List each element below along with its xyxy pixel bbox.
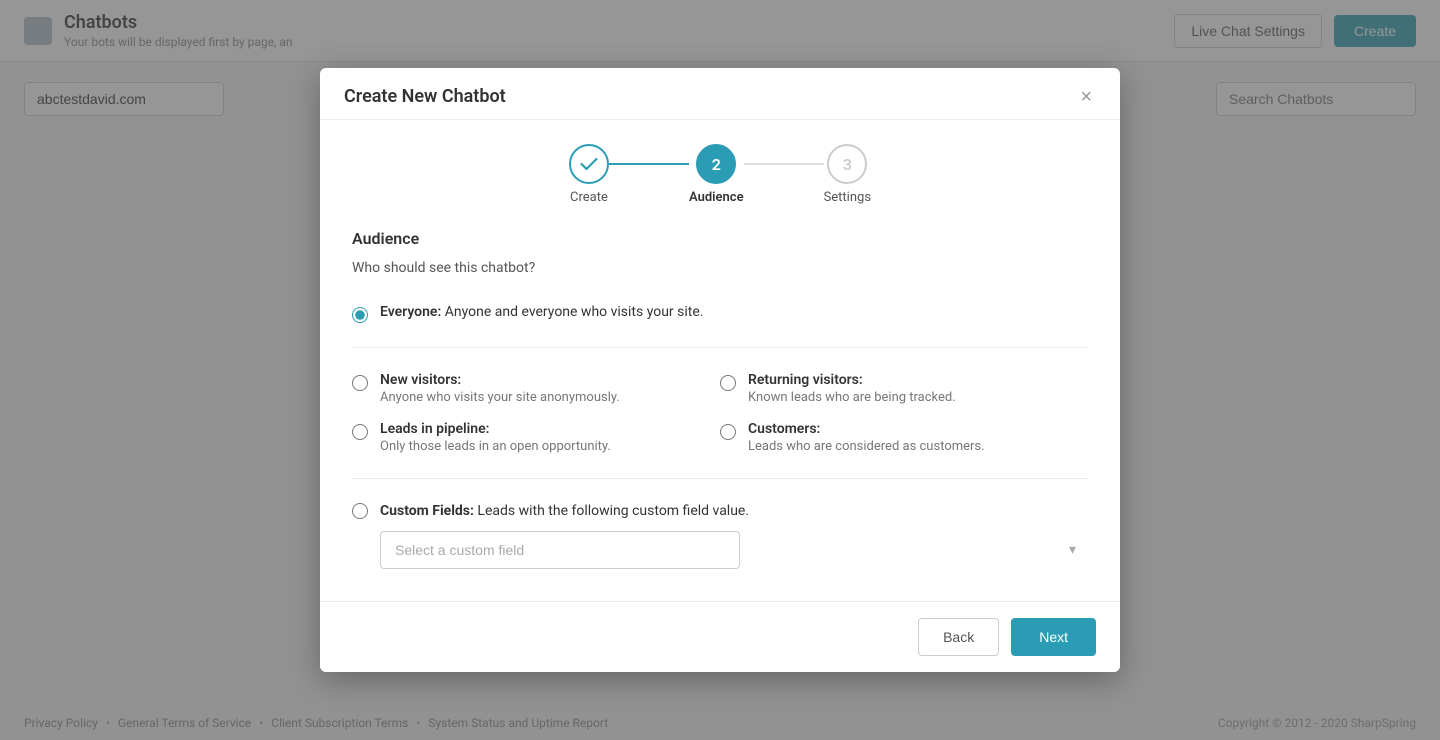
steps-container: Create 2 Audience 3 Settings	[320, 120, 1120, 221]
returning-visitors-radio[interactable]	[720, 375, 736, 391]
step-create: Create	[569, 144, 609, 205]
step-settings-label: Settings	[824, 190, 871, 205]
modal-body: Audience Who should see this chatbot? Ev…	[320, 221, 1120, 601]
step-audience-circle: 2	[696, 144, 736, 184]
step-audience-label: Audience	[689, 190, 744, 205]
chevron-down-icon: ▾	[1069, 542, 1076, 558]
custom-fields-label-bold: Custom Fields:	[380, 503, 474, 519]
new-visitors-label: New visitors:	[380, 372, 620, 388]
everyone-label-bold: Everyone:	[380, 304, 441, 320]
custom-field-select-wrapper: Select a custom field ▾	[380, 531, 1088, 569]
leads-pipeline-label-bold: Leads in pipeline:	[380, 421, 489, 437]
custom-fields-section: Custom Fields: Leads with the following …	[352, 495, 1088, 577]
leads-pipeline-desc: Only those leads in an open opportunity.	[380, 439, 611, 454]
returning-visitors-label: Returning visitors:	[748, 372, 956, 388]
step-create-circle	[569, 144, 609, 184]
step-settings-number: 3	[843, 155, 852, 174]
custom-fields-option: Custom Fields: Leads with the following …	[352, 503, 1088, 519]
custom-fields-label: Custom Fields: Leads with the following …	[380, 503, 749, 519]
everyone-content: Everyone: Anyone and everyone who visits…	[380, 304, 703, 320]
step-audience: 2 Audience	[689, 144, 744, 205]
custom-fields-radio[interactable]	[352, 503, 368, 519]
step-create-label: Create	[570, 190, 608, 205]
customers-desc: Leads who are considered as customers.	[748, 439, 985, 454]
returning-visitors-label-bold: Returning visitors:	[748, 372, 863, 388]
step-settings: 3 Settings	[824, 144, 871, 205]
everyone-label-rest: Anyone and everyone who visits your site…	[445, 304, 704, 320]
visitors-grid: New visitors: Anyone who visits your sit…	[352, 364, 1088, 479]
new-visitors-option: New visitors: Anyone who visits your sit…	[352, 364, 720, 413]
back-button[interactable]: Back	[918, 618, 999, 656]
returning-visitors-option: Returning visitors: Known leads who are …	[720, 364, 1088, 413]
modal-overlay: Create New Chatbot × Create	[0, 0, 1440, 740]
customers-radio[interactable]	[720, 424, 736, 440]
leads-pipeline-label: Leads in pipeline:	[380, 421, 611, 437]
new-visitors-radio[interactable]	[352, 375, 368, 391]
modal-footer: Back Next	[320, 601, 1120, 672]
customers-option: Customers: Leads who are considered as c…	[720, 413, 1088, 462]
new-visitors-desc: Anyone who visits your site anonymously.	[380, 390, 620, 405]
customers-label: Customers:	[748, 421, 985, 437]
leads-pipeline-content: Leads in pipeline: Only those leads in a…	[380, 421, 611, 454]
modal-header: Create New Chatbot ×	[320, 68, 1120, 120]
everyone-section: Everyone: Anyone and everyone who visits…	[352, 296, 1088, 348]
new-visitors-label-bold: New visitors:	[380, 372, 461, 388]
close-button[interactable]: ×	[1076, 87, 1096, 107]
customers-content: Customers: Leads who are considered as c…	[748, 421, 985, 454]
everyone-radio[interactable]	[352, 307, 368, 323]
returning-visitors-content: Returning visitors: Known leads who are …	[748, 372, 956, 405]
step-connector-1	[609, 163, 689, 165]
audience-section-title: Audience	[352, 229, 1088, 248]
custom-field-select[interactable]: Select a custom field	[380, 531, 740, 569]
everyone-label: Everyone: Anyone and everyone who visits…	[380, 304, 703, 320]
create-chatbot-modal: Create New Chatbot × Create	[320, 68, 1120, 672]
next-button[interactable]: Next	[1011, 618, 1096, 656]
everyone-option: Everyone: Anyone and everyone who visits…	[352, 296, 1088, 331]
custom-fields-label-rest: Leads with the following custom field va…	[477, 503, 749, 519]
audience-question: Who should see this chatbot?	[352, 260, 1088, 276]
new-visitors-content: New visitors: Anyone who visits your sit…	[380, 372, 620, 405]
step-connector-2	[744, 163, 824, 165]
step-audience-number: 2	[712, 155, 721, 174]
checkmark-icon	[580, 157, 598, 171]
leads-pipeline-option: Leads in pipeline: Only those leads in a…	[352, 413, 720, 462]
returning-visitors-desc: Known leads who are being tracked.	[748, 390, 956, 405]
step-settings-circle: 3	[827, 144, 867, 184]
leads-pipeline-radio[interactable]	[352, 424, 368, 440]
modal-title: Create New Chatbot	[344, 86, 506, 107]
customers-label-bold: Customers:	[748, 421, 820, 437]
